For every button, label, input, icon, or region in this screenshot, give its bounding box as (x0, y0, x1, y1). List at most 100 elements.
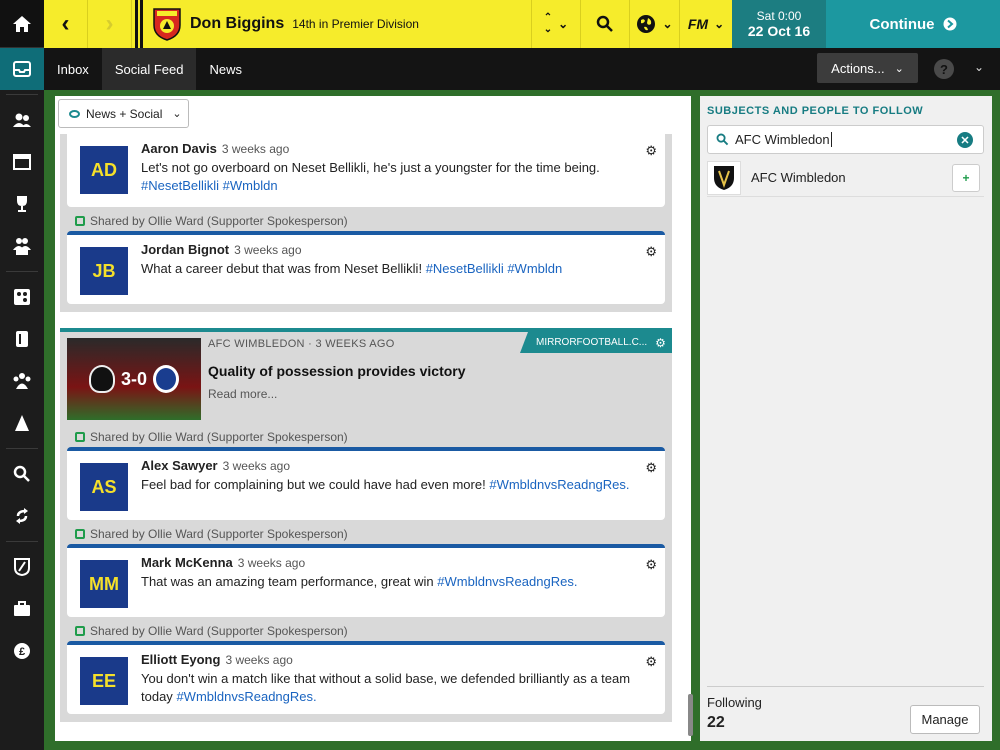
shared-by-label: Shared by Ollie Ward (Supporter Spokespe… (67, 617, 665, 641)
world-menu[interactable]: ⌄ (629, 0, 679, 48)
post-body: What a career debut that was from Neset … (141, 261, 423, 276)
post-hashtags[interactable]: #NesetBellikli #Wmbldn (426, 261, 563, 276)
date-display: Sat 0:00 22 Oct 16 (732, 0, 826, 48)
tactics-icon[interactable] (0, 276, 44, 318)
avatar: JB (80, 247, 128, 295)
club-info[interactable]: Don Biggins 14th in Premier Division (146, 0, 531, 48)
help-icon[interactable]: ? (934, 59, 954, 79)
post-author: Mark McKenna 3 weeks ago (141, 555, 655, 570)
post-author: Elliott Eyong 3 weeks ago (141, 652, 655, 667)
read-more-link[interactable]: Read more... (208, 387, 277, 401)
tab-inbox[interactable]: Inbox (44, 48, 102, 90)
inbox-icon[interactable] (0, 48, 44, 90)
news-item[interactable]: 3-0 AFC WIMBLEDON · 3 WEEKS AGO Quality … (60, 328, 672, 423)
follow-search-input[interactable]: AFC Wimbledon ✕ (707, 125, 984, 154)
reserves-icon[interactable] (0, 225, 44, 267)
news-source: MIRRORFOOTBALL.C... (536, 337, 648, 348)
gear-icon[interactable]: ⚙ (645, 460, 657, 476)
shared-text: Shared by Ollie Ward (Supporter Spokespe… (90, 624, 348, 638)
squad-icon[interactable] (0, 99, 44, 141)
staff-icon[interactable] (0, 360, 44, 402)
chevron-down-icon: ⌄ (172, 108, 182, 120)
post-author: Jordan Bignot 3 weeks ago (141, 242, 655, 257)
dynamics-icon[interactable] (0, 318, 44, 360)
clear-search-icon[interactable]: ✕ (957, 132, 973, 148)
shared-by-label: Shared by Ollie Ward (Supporter Spokespe… (67, 423, 665, 447)
transfers-icon[interactable] (0, 495, 44, 537)
post-body: Let's not go overboard on Neset Bellikli… (141, 160, 600, 175)
feed-group: AD Aaron Davis 3 weeks ago Let's not go o… (60, 134, 672, 312)
tab-social-feed[interactable]: Social Feed (101, 48, 197, 90)
arrow-right-icon (943, 17, 956, 31)
club-switcher[interactable]: ⌃ ⌄ ⌄ (531, 0, 580, 48)
club-vision-icon[interactable] (0, 546, 44, 588)
avatar: EE (80, 657, 128, 705)
post-hashtags[interactable]: #WmbldnvsReadngRes. (437, 574, 577, 589)
author-name: Alex Sawyer (141, 458, 218, 473)
post-hashtags[interactable]: #WmbldnvsReadngRes. (176, 689, 316, 704)
home-icon[interactable] (0, 0, 44, 48)
match-score: 3-0 (120, 368, 147, 389)
post-time: 3 weeks ago (225, 653, 293, 667)
actions-label: Actions... (831, 60, 885, 76)
text-cursor (830, 132, 832, 147)
finances-icon[interactable]: £ (0, 630, 44, 672)
post-hashtags[interactable]: #WmbldnvsReadngRes. (489, 477, 629, 492)
schedule-icon[interactable] (0, 141, 44, 183)
top-bar: ‹ › Don Biggins 14th in Premier Division… (44, 0, 1000, 48)
back-button[interactable]: ‹ (44, 0, 88, 48)
post-hashtags[interactable]: #NesetBellikli #Wmbldn (141, 178, 278, 193)
news-title[interactable]: Quality of possession provides victory (208, 363, 466, 379)
search-icon[interactable] (580, 0, 629, 48)
post-time: 3 weeks ago (237, 556, 306, 570)
post-body: Feel bad for complaining but we could ha… (141, 477, 486, 492)
author-name: Aaron Davis (141, 141, 217, 156)
trophy-icon[interactable] (0, 183, 44, 225)
follow-add-icon[interactable]: + (952, 164, 980, 192)
feed-post[interactable]: AD Aaron Davis 3 weeks ago Let's not go o… (67, 134, 665, 207)
continue-label: Continue (869, 15, 935, 33)
search-value: AFC Wimbledon (735, 132, 830, 147)
actions-button[interactable]: Actions... ⌄ (817, 53, 918, 83)
globe-icon (637, 15, 656, 33)
chevron-down-icon[interactable]: ⌄ (974, 60, 984, 74)
gear-icon[interactable]: ⚙ (645, 557, 657, 573)
following-section: Following 22 Manage (707, 686, 984, 734)
chevron-down-icon: ⌄ (894, 62, 904, 75)
tab-news[interactable]: News (196, 48, 255, 90)
feed-post[interactable]: EE Elliott Eyong 3 weeks ago You don't wi… (67, 641, 665, 714)
gear-icon[interactable]: ⚙ (645, 654, 657, 670)
gear-icon[interactable]: ⚙ (645, 143, 657, 159)
feed-post[interactable]: AS Alex Sawyer 3 weeks ago Feel bad for c… (67, 447, 665, 520)
feed-filter-dropdown[interactable]: News + Social ⌄ (58, 99, 189, 128)
post-text: You don't win a match like that without … (141, 670, 655, 706)
news-meta: AFC WIMBLEDON · 3 WEEKS AGO (208, 338, 395, 350)
date-full: 22 Oct 16 (747, 23, 811, 39)
filter-label: News + Social (86, 106, 163, 121)
social-feed-panel: News + Social ⌄ AD Aaron Davis 3 weeks ag… (55, 96, 693, 741)
share-icon (75, 432, 85, 442)
shared-text: Shared by Ollie Ward (Supporter Spokespe… (90, 214, 348, 228)
feed-post[interactable]: MM Mark McKenna 3 weeks ago That was an a… (67, 544, 665, 617)
manage-button[interactable]: Manage (910, 705, 980, 734)
feed-group: Shared by Ollie Ward (Supporter Spokespe… (60, 423, 672, 722)
post-author: Aaron Davis 3 weeks ago (141, 141, 655, 156)
gear-icon[interactable]: ⚙ (645, 244, 657, 260)
feed-list[interactable]: AD Aaron Davis 3 weeks ago Let's not go o… (60, 134, 672, 736)
club-position: 14th in Premier Division (292, 17, 419, 31)
gear-icon[interactable]: ⚙ (655, 336, 666, 350)
search-nav-icon[interactable] (0, 453, 44, 495)
briefcase-icon[interactable] (0, 588, 44, 630)
shared-text: Shared by Ollie Ward (Supporter Spokespe… (90, 430, 348, 444)
post-time: 3 weeks ago (234, 243, 302, 257)
fm-menu[interactable]: FM ⌄ (679, 0, 732, 48)
feed-post[interactable]: JB Jordan Bignot 3 weeks ago What a caree… (67, 231, 665, 304)
continue-button[interactable]: Continue (826, 0, 1000, 48)
author-name: Mark McKenna (141, 555, 233, 570)
training-icon[interactable] (0, 402, 44, 444)
search-result-item[interactable]: AFC Wimbledon + (707, 159, 984, 197)
svg-text:£: £ (19, 646, 25, 658)
feed-scrollbar[interactable] (688, 694, 693, 736)
date-day: Sat 0:00 (756, 9, 802, 23)
forward-button[interactable]: › (88, 0, 132, 48)
